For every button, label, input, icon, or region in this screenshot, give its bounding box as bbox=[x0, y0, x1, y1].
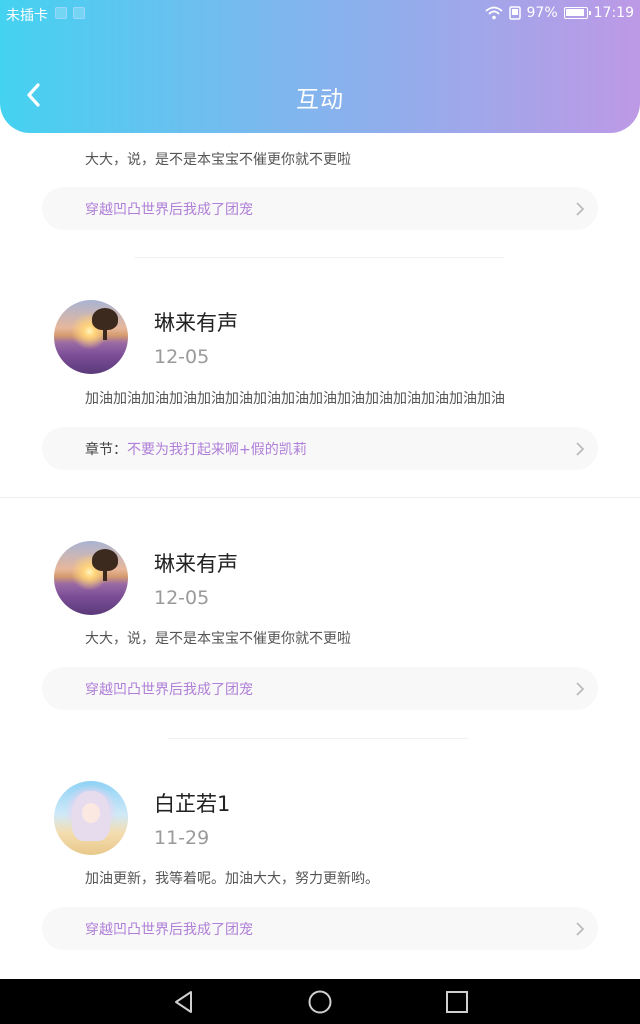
tree-trunk bbox=[103, 326, 107, 340]
face-shape bbox=[82, 803, 100, 823]
comment-text: 加油加油加油加油加油加油加油加油加油加油加油加油加油加油加油 bbox=[85, 391, 505, 407]
chapter-link[interactable]: 穿越凹凸世界后我成了团宠 bbox=[42, 667, 598, 710]
divider bbox=[134, 257, 504, 258]
comment-date: 12-05 bbox=[154, 346, 210, 368]
sunset-avatar[interactable] bbox=[54, 541, 128, 615]
chapter-title: 穿越凹凸世界后我成了团宠 bbox=[85, 202, 253, 218]
recents-square-icon[interactable] bbox=[444, 989, 470, 1015]
status-right: 97% 17:19 bbox=[484, 5, 634, 21]
chapter-link[interactable]: 章节：不要为我打起来啊+假的凯莉 bbox=[42, 427, 598, 470]
chevron-right-icon bbox=[576, 202, 585, 216]
comment-text: 加油更新，我等着呢。加油大大，努力更新哟。 bbox=[85, 871, 379, 887]
username[interactable]: 琳来有声 bbox=[154, 307, 238, 337]
chapter-link[interactable]: 穿越凹凸世界后我成了团宠 bbox=[42, 907, 598, 950]
system-nav-bar bbox=[0, 979, 640, 1024]
chapter-label: 章节： bbox=[85, 442, 127, 458]
sim-icon bbox=[55, 7, 67, 19]
comment-text: 大大，说，是不是本宝宝不催更你就不更啦 bbox=[85, 152, 351, 168]
page-title: 互动 bbox=[296, 87, 344, 113]
sunset-avatar[interactable] bbox=[54, 300, 128, 374]
carrier-label: 未插卡 bbox=[6, 8, 48, 24]
header: 未插卡 97% 17:19 互动 bbox=[0, 0, 640, 133]
wifi-icon bbox=[484, 6, 503, 20]
comment-date: 12-05 bbox=[154, 587, 210, 609]
battery-percent: 97% bbox=[526, 5, 558, 21]
chapter-title: 穿越凹凸世界后我成了团宠 bbox=[85, 682, 253, 698]
chapter-link[interactable]: 穿越凹凸世界后我成了团宠 bbox=[42, 187, 598, 230]
chapter-info: 章节：不要为我打起来啊+假的凯莉 bbox=[85, 439, 307, 459]
comment-list[interactable]: 大大，说，是不是本宝宝不催更你就不更啦 穿越凹凸世界后我成了团宠 琳来有声 12… bbox=[0, 133, 640, 979]
chapter-title: 不要为我打起来啊+假的凯莉 bbox=[127, 442, 307, 458]
sim-icon bbox=[73, 7, 85, 19]
divider bbox=[0, 497, 640, 498]
clock: 17:19 bbox=[593, 5, 634, 21]
username[interactable]: 琳来有声 bbox=[154, 548, 238, 578]
battery-icon bbox=[563, 7, 591, 19]
chevron-right-icon bbox=[576, 682, 585, 696]
back-triangle-icon[interactable] bbox=[171, 989, 197, 1015]
chapter-title: 穿越凹凸世界后我成了团宠 bbox=[85, 922, 253, 938]
username[interactable]: 白芷若1 bbox=[154, 788, 230, 818]
divider bbox=[168, 738, 468, 739]
chevron-right-icon bbox=[576, 442, 585, 456]
chevron-right-icon bbox=[576, 922, 585, 936]
comment-date: 11-29 bbox=[154, 827, 210, 849]
tree-trunk bbox=[103, 567, 107, 581]
status-bar: 未插卡 97% 17:19 bbox=[0, 0, 640, 28]
home-circle-icon[interactable] bbox=[307, 989, 333, 1015]
phone-icon bbox=[508, 6, 521, 20]
anime-avatar[interactable] bbox=[54, 781, 128, 855]
screen: 未插卡 97% 17:19 互动 大大，说，是不是本宝宝不催更你就不更啦 穿越凹… bbox=[0, 0, 640, 1024]
comment-text: 大大，说，是不是本宝宝不催更你就不更啦 bbox=[85, 631, 351, 647]
